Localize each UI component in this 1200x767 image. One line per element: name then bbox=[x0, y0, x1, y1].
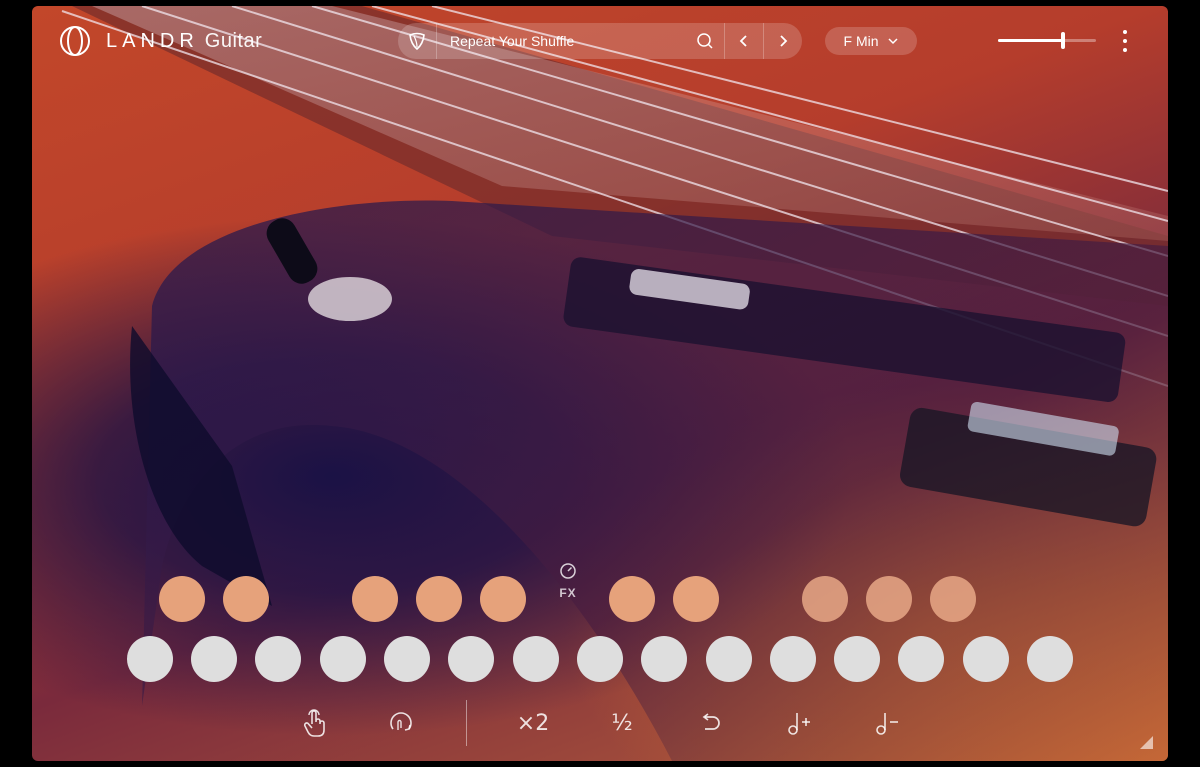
note-pad[interactable] bbox=[641, 636, 687, 682]
double-time-label: ×2 bbox=[516, 710, 550, 736]
preset-browser: Repeat Your Shuffle bbox=[398, 23, 802, 59]
note-pad[interactable] bbox=[706, 636, 752, 682]
tap-mode-button[interactable] bbox=[298, 706, 332, 740]
hand-tap-icon bbox=[303, 709, 325, 737]
preset-search-button[interactable] bbox=[686, 23, 724, 59]
double-time-button[interactable]: ×2 bbox=[516, 706, 550, 740]
plugin-window: LANDR Guitar Repeat Your Shuffle F Min F… bbox=[32, 6, 1168, 761]
menu-dot bbox=[1123, 39, 1127, 43]
chord-pad[interactable] bbox=[930, 576, 976, 622]
volume-thumb[interactable] bbox=[1060, 32, 1065, 49]
rotate-icon bbox=[390, 712, 412, 731]
chord-pad[interactable] bbox=[352, 576, 398, 622]
note-pad[interactable] bbox=[255, 636, 301, 682]
note-pad[interactable] bbox=[1027, 636, 1073, 682]
chord-pad[interactable] bbox=[480, 576, 526, 622]
note-pad[interactable] bbox=[834, 636, 880, 682]
fx-button[interactable]: FX bbox=[556, 562, 580, 600]
favorite-shield-button[interactable] bbox=[398, 23, 437, 59]
menu-dot bbox=[1123, 30, 1127, 34]
note-pad[interactable] bbox=[448, 636, 494, 682]
key-value: F Min bbox=[843, 33, 879, 49]
search-icon bbox=[697, 33, 713, 49]
chevron-right-icon bbox=[780, 35, 788, 47]
note-pad[interactable] bbox=[384, 636, 430, 682]
kebab-menu-icon[interactable] bbox=[1118, 30, 1132, 52]
preset-name[interactable]: Repeat Your Shuffle bbox=[437, 33, 686, 49]
reverse-button[interactable] bbox=[694, 706, 728, 740]
next-preset-button[interactable] bbox=[763, 23, 802, 59]
resize-grip-icon[interactable] bbox=[1140, 736, 1153, 749]
shield-icon bbox=[409, 32, 425, 51]
chord-pad[interactable] bbox=[802, 576, 848, 622]
undo-icon bbox=[702, 713, 720, 730]
chevron-down-icon bbox=[887, 38, 898, 45]
chord-pad[interactable] bbox=[609, 576, 655, 622]
chevron-left-icon bbox=[739, 35, 747, 47]
note-pad[interactable] bbox=[770, 636, 816, 682]
key-select[interactable]: F Min bbox=[825, 27, 917, 55]
half-time-button[interactable]: ½ bbox=[605, 706, 639, 740]
brand-name: LANDR bbox=[106, 29, 199, 52]
note-pad[interactable] bbox=[577, 636, 623, 682]
volume-fill bbox=[998, 39, 1063, 42]
half-time-label: ½ bbox=[611, 710, 633, 736]
toolbar-divider bbox=[466, 700, 467, 746]
note-pad[interactable] bbox=[127, 636, 173, 682]
chord-pad[interactable] bbox=[416, 576, 462, 622]
chord-pad[interactable] bbox=[223, 576, 269, 622]
landr-rings-logo bbox=[60, 26, 90, 56]
note-pad[interactable] bbox=[320, 636, 366, 682]
note-pad[interactable] bbox=[513, 636, 559, 682]
menu-dot bbox=[1123, 48, 1127, 52]
chord-pad[interactable] bbox=[159, 576, 205, 622]
previous-preset-button[interactable] bbox=[724, 23, 763, 59]
note-minus-icon bbox=[876, 713, 898, 735]
chord-pad[interactable] bbox=[673, 576, 719, 622]
volume-slider[interactable] bbox=[998, 32, 1096, 50]
chord-pad[interactable] bbox=[866, 576, 912, 622]
app-logo: LANDR Guitar bbox=[58, 26, 262, 56]
note-pad[interactable] bbox=[963, 636, 1009, 682]
note-plus-icon bbox=[788, 713, 810, 735]
note-pad[interactable] bbox=[898, 636, 944, 682]
product-name: Guitar bbox=[204, 29, 263, 52]
fx-dial-icon bbox=[560, 563, 576, 579]
note-length-increase-button[interactable] bbox=[782, 706, 816, 740]
fx-label: FX bbox=[559, 586, 577, 600]
note-length-decrease-button[interactable] bbox=[870, 706, 904, 740]
latch-button[interactable] bbox=[384, 706, 418, 740]
note-pad[interactable] bbox=[191, 636, 237, 682]
